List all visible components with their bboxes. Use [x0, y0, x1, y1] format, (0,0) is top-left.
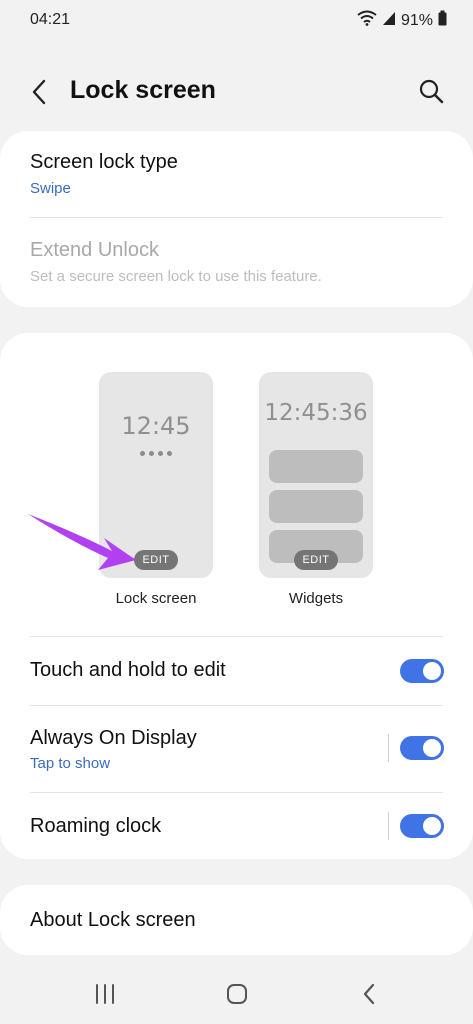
widget-placeholder [269, 490, 363, 523]
extend-unlock-row: Extend Unlock Set a secure screen lock t… [0, 218, 473, 307]
widgets-edit-button[interactable]: EDIT [294, 550, 338, 570]
roaming-clock-row[interactable]: Roaming clock [0, 793, 473, 859]
lock-settings-card: Screen lock type Swipe Extend Unlock Set… [0, 131, 473, 307]
lock-screen-customize-card: 12:45 EDIT Lock screen 12:45:36 EDIT Wid… [0, 333, 473, 859]
signal-icon [382, 10, 396, 31]
status-time: 04:21 [30, 11, 71, 28]
recent-apps-button[interactable] [89, 980, 121, 1008]
roaming-clock-title: Roaming clock [30, 815, 162, 837]
about-lock-screen-title: About Lock screen [30, 909, 196, 931]
screen-lock-type-title: Screen lock type [30, 151, 178, 173]
touch-hold-row[interactable]: Touch and hold to edit [0, 637, 473, 705]
always-on-display-subtitle: Tap to show [30, 755, 111, 772]
back-nav-button[interactable] [353, 980, 385, 1008]
separator [388, 734, 389, 762]
back-arrow-icon [32, 79, 46, 105]
screen-lock-type-value: Swipe [30, 180, 71, 197]
always-on-display-row[interactable]: Always On Display Tap to show [0, 706, 473, 792]
pin-dots [99, 443, 213, 461]
app-header: Lock screen [0, 62, 473, 122]
status-bar: 04:21 91% [0, 0, 473, 44]
page-title: Lock screen [70, 76, 216, 104]
separator [388, 812, 389, 840]
always-on-display-title: Always On Display [30, 727, 197, 749]
search-icon [419, 79, 444, 104]
widgets-preview[interactable]: 12:45:36 EDIT [259, 372, 373, 578]
annotation-arrow [28, 514, 136, 570]
extend-unlock-subtitle: Set a secure screen lock to use this fea… [30, 268, 322, 285]
recent-apps-icon [96, 984, 114, 1004]
lock-screen-preview-label: Lock screen [115, 590, 197, 607]
screen-lock-type-row[interactable]: Screen lock type Swipe [0, 131, 473, 217]
widgets-preview-clock: 12:45:36 [264, 400, 368, 426]
battery-icon [438, 10, 447, 31]
extend-unlock-title: Extend Unlock [30, 239, 159, 261]
back-button[interactable] [26, 77, 54, 107]
status-icons: 91% [357, 10, 447, 31]
widgets-preview-label: Widgets [288, 590, 344, 607]
back-chevron-icon [363, 983, 375, 1005]
battery-percent: 91% [400, 11, 433, 29]
home-icon [227, 984, 247, 1004]
touch-hold-title: Touch and hold to edit [30, 659, 226, 681]
widget-placeholder [269, 450, 363, 483]
always-on-display-toggle[interactable] [400, 736, 444, 760]
preview-clock: 12:45 [121, 412, 191, 440]
home-button[interactable] [221, 980, 253, 1008]
about-card[interactable]: About Lock screen [0, 885, 473, 955]
touch-hold-toggle[interactable] [400, 659, 444, 683]
roaming-clock-toggle[interactable] [400, 814, 444, 838]
search-button[interactable] [417, 77, 447, 107]
wifi-icon [357, 10, 377, 31]
system-nav-bar [0, 960, 473, 1024]
